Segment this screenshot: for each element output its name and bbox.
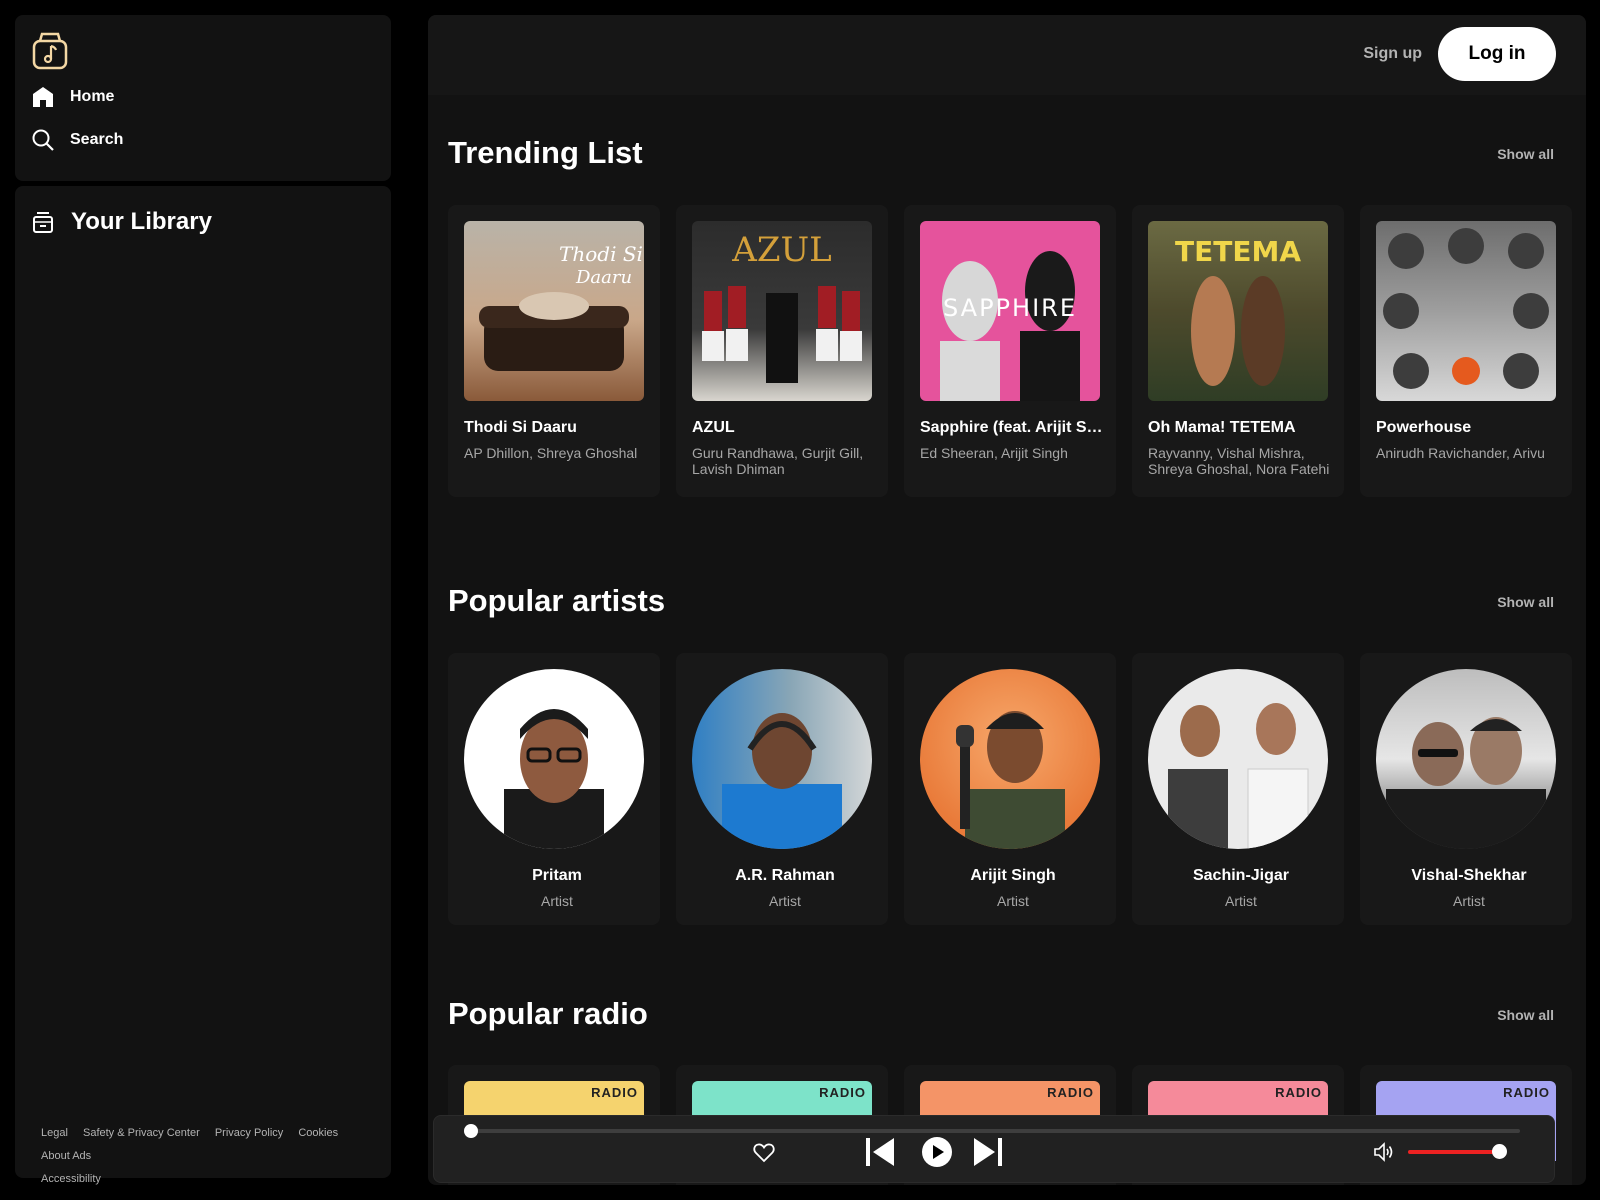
card-subtitle: Anirudh Ravichander, Arivu (1376, 445, 1545, 461)
play-icon[interactable] (922, 1137, 952, 1167)
card-title: Pritam (532, 867, 582, 884)
top-bar: Sign up Log in (428, 15, 1586, 95)
card-title: AZUL (692, 419, 735, 436)
sidebar-nav: Home Search (15, 15, 391, 181)
footer-link-ads[interactable]: About Ads (41, 1145, 91, 1168)
album-cover (1376, 221, 1556, 401)
card-subtitle: Artist (1225, 893, 1257, 909)
album-cover: AZUL (692, 221, 872, 401)
progress-knob[interactable] (464, 1124, 478, 1138)
main-content: Sign up Log in Trending List Show all Th… (428, 15, 1586, 1185)
artist-card[interactable]: Arijit Singh Artist (904, 653, 1116, 925)
artist-avatar (692, 669, 872, 849)
nav-search-label: Search (70, 131, 124, 148)
heart-icon[interactable] (752, 1140, 776, 1164)
card-title: Sapphire (feat. Arijit Singh) (920, 419, 1106, 436)
card-title: Sachin-Jigar (1192, 867, 1290, 884)
trending-card[interactable]: TETEMA Oh Mama! TETEMA Rayvanny, Vishal … (1132, 205, 1344, 497)
footer-link-accessibility[interactable]: Accessibility (41, 1168, 101, 1191)
show-all-radio[interactable]: Show all (1497, 1007, 1554, 1023)
card-title: Vishal-Shekhar (1411, 867, 1527, 884)
artist-avatar (1376, 669, 1556, 849)
card-title: Arijit Singh (970, 867, 1056, 884)
footer-link-safety[interactable]: Safety & Privacy Center (83, 1122, 200, 1145)
footer-link-privacy[interactable]: Privacy Policy (215, 1122, 283, 1145)
radio-label: RADIO (1503, 1085, 1550, 1100)
footer-link-legal[interactable]: Legal (41, 1122, 68, 1145)
footer-links: Legal Safety & Privacy Center Privacy Po… (41, 1122, 381, 1191)
card-title: Thodi Si Daaru (464, 419, 577, 436)
trending-card[interactable]: Thodi Si Daaru Thodi Si Daaru AP Dhillon,… (448, 205, 660, 497)
library-icon (33, 212, 53, 233)
volume-icon[interactable] (1372, 1140, 1396, 1164)
card-subtitle: Artist (541, 893, 573, 909)
section-title-radio: Popular radio (448, 996, 648, 1031)
library-header[interactable]: Your Library (31, 208, 212, 236)
artist-avatar (464, 669, 644, 849)
artist-card[interactable]: Pritam Artist (448, 653, 660, 925)
show-all-trending[interactable]: Show all (1497, 146, 1554, 162)
sidebar-library: Your Library Legal Safety & Privacy Cent… (15, 186, 391, 1185)
artist-avatar (1148, 669, 1328, 849)
trending-card[interactable]: AZUL AZUL Guru Randhawa, Gurjit Gill, La… (676, 205, 888, 497)
radio-label: RADIO (1275, 1085, 1322, 1100)
trending-card[interactable]: SAPPHIRE Sapphire (feat. Arijit Singh) E… (904, 205, 1116, 497)
svg-text:AZUL: AZUL (731, 230, 831, 270)
artist-avatar (920, 669, 1100, 849)
card-subtitle: Artist (1453, 893, 1485, 909)
radio-label: RADIO (819, 1085, 866, 1100)
card-subtitle: Artist (997, 893, 1029, 909)
card-subtitle: Guru Randhawa, Gurjit Gill, Lavish Dhima… (692, 445, 864, 477)
card-title: A.R. Rahman (735, 867, 835, 884)
radio-label: RADIO (591, 1085, 638, 1100)
volume-knob[interactable] (1492, 1144, 1507, 1159)
signup-button[interactable]: Sign up (1363, 45, 1422, 63)
player-bar (433, 1115, 1555, 1183)
artist-card[interactable]: Vishal-Shekhar Artist (1360, 653, 1572, 925)
volume-slider[interactable] (1408, 1150, 1500, 1154)
card-subtitle: Rayvanny, Vishal Mishra, Shreya Ghoshal,… (1148, 445, 1330, 477)
artist-card[interactable]: A.R. Rahman Artist (676, 653, 888, 925)
card-subtitle: Artist (769, 893, 801, 909)
svg-text:SAPPHIRE: SAPPHIRE (943, 294, 1077, 322)
show-all-artists[interactable]: Show all (1497, 594, 1554, 610)
nav-search[interactable]: Search (31, 128, 123, 152)
svg-text:TETEMA: TETEMA (1175, 235, 1301, 268)
progress-bar[interactable] (464, 1124, 1520, 1138)
album-cover: Thodi Si Daaru (464, 221, 644, 401)
section-title-trending: Trending List (448, 135, 643, 170)
skip-previous-icon[interactable] (864, 1135, 896, 1169)
library-title: Your Library (71, 208, 212, 235)
radio-label: RADIO (1047, 1085, 1094, 1100)
album-cover: SAPPHIRE (920, 221, 1100, 401)
artist-card[interactable]: Sachin-Jigar Artist (1132, 653, 1344, 925)
card-title: Powerhouse (1376, 419, 1472, 436)
svg-text:Daaru: Daaru (575, 267, 632, 288)
skip-next-icon[interactable] (972, 1135, 1004, 1169)
nav-home[interactable]: Home (31, 85, 114, 109)
card-subtitle: AP Dhillon, Shreya Ghoshal (464, 445, 638, 461)
svg-text:Thodi Si: Thodi Si (559, 242, 643, 266)
card-subtitle: Ed Sheeran, Arijit Singh (920, 445, 1068, 461)
nav-home-label: Home (70, 88, 115, 105)
home-icon (33, 87, 53, 107)
login-button[interactable]: Log in (1438, 27, 1556, 81)
footer-link-cookies[interactable]: Cookies (298, 1122, 338, 1145)
search-icon (32, 129, 54, 151)
music-bag-icon[interactable] (31, 31, 69, 71)
section-title-artists: Popular artists (448, 583, 666, 618)
album-cover: TETEMA (1148, 221, 1328, 401)
card-title: Oh Mama! TETEMA (1148, 419, 1296, 436)
trending-card[interactable]: Powerhouse Anirudh Ravichander, Arivu (1360, 205, 1572, 497)
